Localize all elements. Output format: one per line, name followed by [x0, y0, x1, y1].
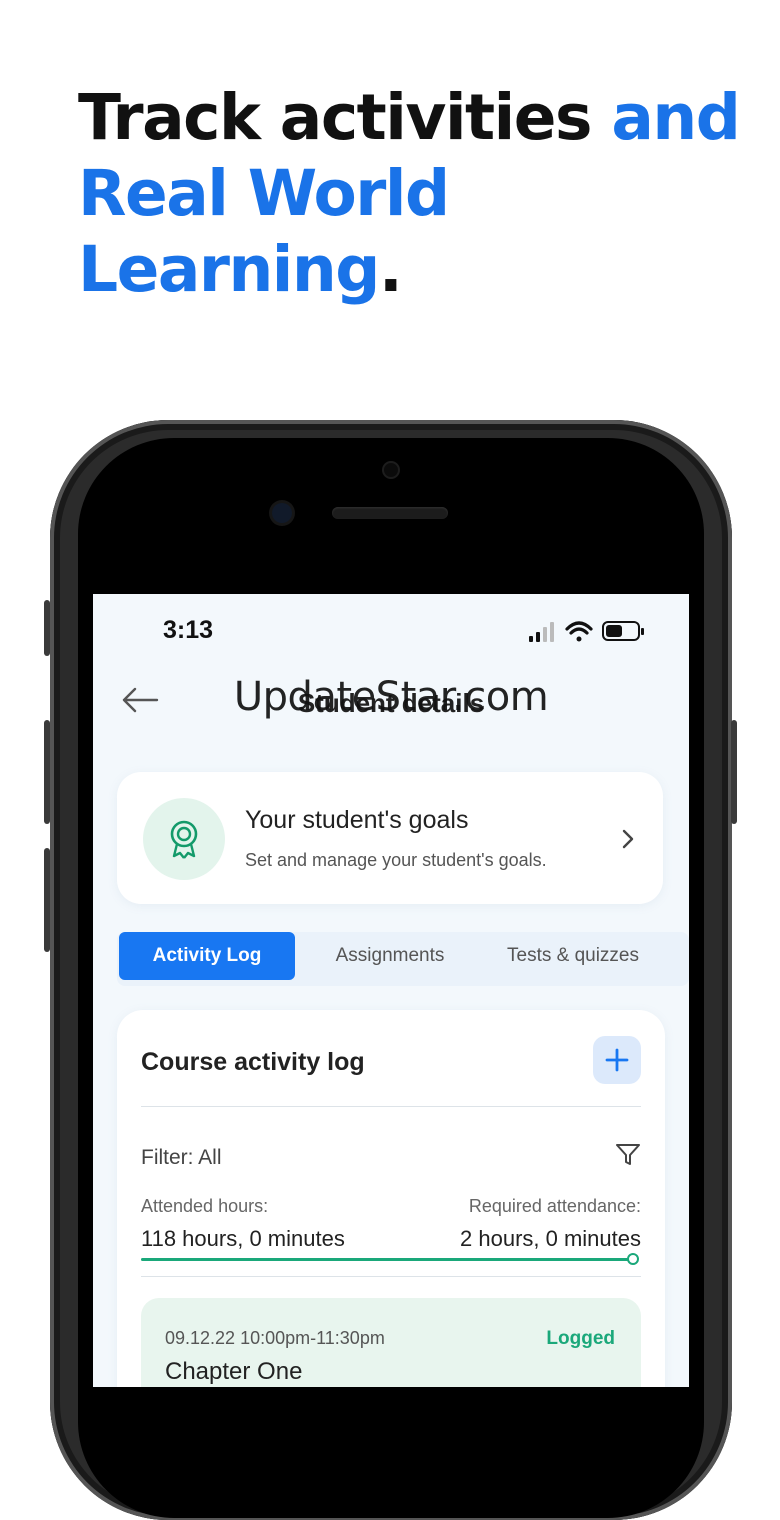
- status-icons: [529, 621, 644, 642]
- attendance-progress-bar: [141, 1258, 631, 1261]
- front-camera: [272, 503, 292, 523]
- phone-power-button: [731, 720, 737, 824]
- signal-icon: [529, 622, 554, 642]
- wifi-icon: [565, 621, 593, 642]
- tab-bar: Activity Log Assignments Tests & quizzes: [117, 932, 689, 986]
- plus-icon: [605, 1048, 629, 1072]
- goals-subtitle: Set and manage your student's goals.: [245, 850, 547, 870]
- status-time: 3:13: [163, 616, 214, 644]
- headline-line1-dark: Track activities: [78, 81, 612, 154]
- goals-title: Your student's goals: [245, 806, 469, 834]
- attended-hours-label: Attended hours:: [141, 1196, 269, 1216]
- tab-assignments[interactable]: Assignments: [305, 932, 475, 980]
- add-activity-button[interactable]: [593, 1036, 641, 1084]
- student-goals-card[interactable]: Your student's goals Set and manage your…: [117, 772, 663, 904]
- entry-title: Chapter One: [165, 1358, 303, 1385]
- tab-tests-quizzes[interactable]: Tests & quizzes: [487, 932, 659, 980]
- earpiece-speaker: [332, 507, 448, 519]
- proximity-sensor: [382, 461, 400, 479]
- promo-headline: Track activities and Real World Learning…: [78, 80, 758, 308]
- phone-mute-switch: [44, 600, 50, 656]
- award-ribbon-icon: [170, 820, 198, 859]
- activity-log-entry[interactable]: 09.12.22 10:00pm-11:30pm Logged Chapter …: [141, 1298, 641, 1387]
- chevron-right-icon: [622, 829, 634, 849]
- filter-label: Filter: All: [141, 1146, 222, 1169]
- divider: [141, 1106, 641, 1107]
- filter-funnel-icon[interactable]: [615, 1142, 641, 1168]
- attendance-progress-end-dot: [627, 1253, 639, 1265]
- divider: [141, 1276, 641, 1277]
- phone-volume-up-button: [44, 720, 50, 824]
- phone-volume-down-button: [44, 848, 50, 952]
- entry-datetime: 09.12.22 10:00pm-11:30pm: [165, 1328, 385, 1348]
- headline-line2-dark: .: [378, 233, 403, 306]
- headline-line1-blue: and: [611, 81, 740, 154]
- battery-icon: [602, 621, 644, 641]
- attendance-progress-fill: [141, 1258, 631, 1261]
- goals-icon-badge: [143, 798, 225, 880]
- watermark-text: UpdateStar.com: [233, 674, 549, 720]
- log-title: Course activity log: [141, 1048, 365, 1076]
- course-activity-log-card: Course activity log Filter: All Attended…: [117, 1010, 665, 1387]
- required-attendance-label: Required attendance:: [468, 1196, 641, 1216]
- required-attendance-value: 2 hours, 0 minutes: [460, 1226, 641, 1251]
- tab-activity-log[interactable]: Activity Log: [119, 932, 295, 980]
- app-screen: 3:13 Student details UpdateStar.com Your…: [93, 594, 689, 1387]
- attended-hours-value: 118 hours, 0 minutes: [141, 1226, 345, 1251]
- entry-status-badge: Logged: [546, 1328, 615, 1349]
